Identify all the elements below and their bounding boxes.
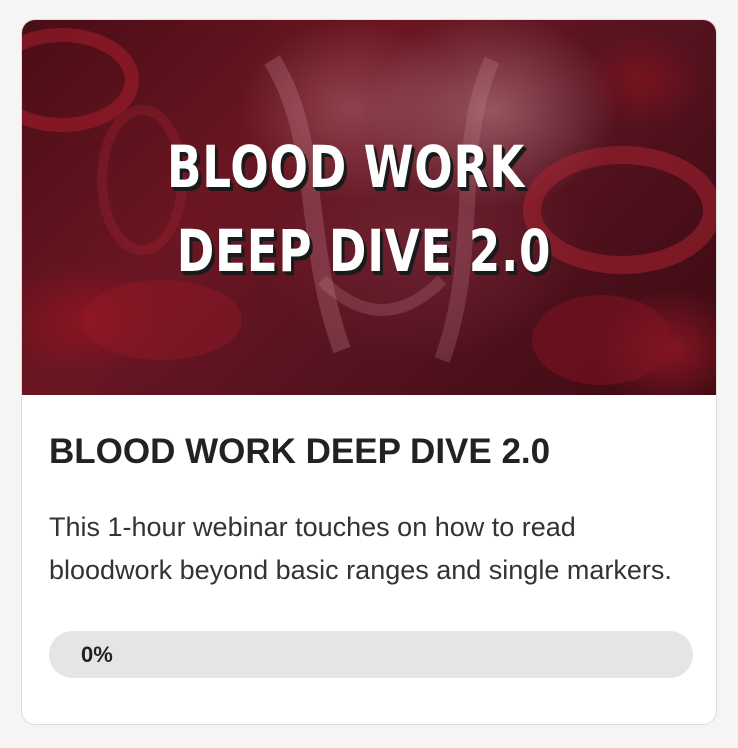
course-thumbnail[interactable]: BLOOD WORK DEEP DIVE 2.0 [22, 20, 716, 395]
course-card[interactable]: BLOOD WORK DEEP DIVE 2.0 BLOOD WORK DEEP… [21, 19, 717, 725]
blood-cells-illustration [22, 28, 716, 385]
thumbnail-title-line2: DEEP DIVE 2.0 [176, 217, 552, 285]
progress-label: 0% [81, 642, 113, 667]
course-description: This 1-hour webinar touches on how to re… [49, 512, 672, 585]
course-title[interactable]: BLOOD WORK DEEP DIVE 2.0 [49, 432, 550, 472]
thumbnail-title-line1: BLOOD WORK [167, 133, 525, 201]
progress-bar: 0% [49, 631, 693, 678]
